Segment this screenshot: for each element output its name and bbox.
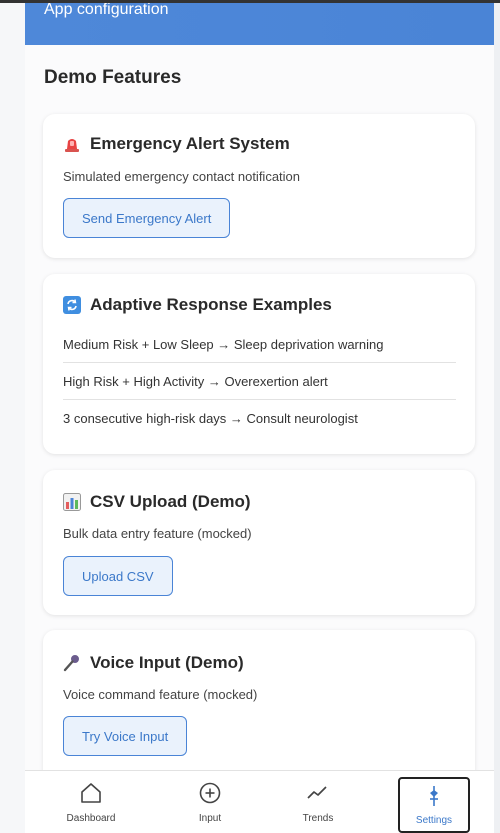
header-subtitle: App configuration xyxy=(44,1,169,18)
microphone-icon xyxy=(63,654,81,672)
adaptive-card-header: Adaptive Response Examples xyxy=(63,295,332,315)
adaptive-card-title: Adaptive Response Examples xyxy=(90,295,332,314)
divider xyxy=(63,399,456,400)
nav-label: Dashboard xyxy=(66,813,116,824)
example-row: High Risk + High Activity → Overexertion… xyxy=(63,374,328,389)
voice-card: Voice Input (Demo) Voice command feature… xyxy=(43,630,475,790)
siren-icon xyxy=(63,135,81,153)
nav-label: Settings xyxy=(415,814,453,826)
csv-card-header: CSV Upload (Demo) xyxy=(63,492,251,512)
home-icon xyxy=(79,781,103,810)
csv-card-description: Bulk data entry feature (mocked) xyxy=(63,526,252,541)
try-voice-input-button[interactable]: Try Voice Input xyxy=(63,716,188,756)
nav-label: Input xyxy=(198,813,222,824)
header-bar: App configuration xyxy=(25,0,494,45)
send-emergency-alert-button[interactable]: Send Emergency Alert xyxy=(63,198,231,238)
bar-chart-icon xyxy=(63,493,81,511)
voice-card-title: Voice Input (Demo) xyxy=(90,653,244,672)
refresh-icon xyxy=(63,296,81,314)
bottom-nav: Dashboard Input Trends Settings xyxy=(25,770,494,833)
emergency-card: Emergency Alert System Simulated emergen… xyxy=(43,114,475,258)
nav-settings[interactable]: Settings xyxy=(398,777,470,833)
csv-card: CSV Upload (Demo) Bulk data entry featur… xyxy=(43,470,475,615)
example-row: Medium Risk + Low Sleep → Sleep deprivat… xyxy=(63,337,384,352)
scrollbar-track[interactable] xyxy=(494,0,500,833)
nav-trends[interactable]: Trends xyxy=(282,771,354,833)
emergency-card-description: Simulated emergency contact notification xyxy=(63,169,301,184)
divider xyxy=(63,362,456,363)
settings-pin-icon xyxy=(424,785,444,812)
trend-line-icon xyxy=(306,781,330,810)
upload-csv-button[interactable]: Upload CSV xyxy=(63,556,173,596)
left-gutter xyxy=(0,0,25,833)
top-border xyxy=(0,0,500,3)
voice-card-description: Voice command feature (mocked) xyxy=(63,687,258,702)
voice-card-header: Voice Input (Demo) xyxy=(63,653,244,673)
emergency-card-title: Emergency Alert System xyxy=(90,134,290,153)
plus-circle-icon xyxy=(198,781,222,810)
settings-panel: App configuration Demo Features Emergenc… xyxy=(25,0,494,833)
nav-input[interactable]: Input xyxy=(174,771,246,833)
csv-card-title: CSV Upload (Demo) xyxy=(90,492,251,511)
example-row: 3 consecutive high-risk days → Consult n… xyxy=(63,411,358,426)
section-title: Demo Features xyxy=(44,67,182,88)
nav-label: Trends xyxy=(302,813,334,824)
nav-dashboard[interactable]: Dashboard xyxy=(55,771,127,833)
adaptive-card: Adaptive Response Examples Medium Risk +… xyxy=(43,274,475,454)
emergency-card-header: Emergency Alert System xyxy=(63,134,290,154)
